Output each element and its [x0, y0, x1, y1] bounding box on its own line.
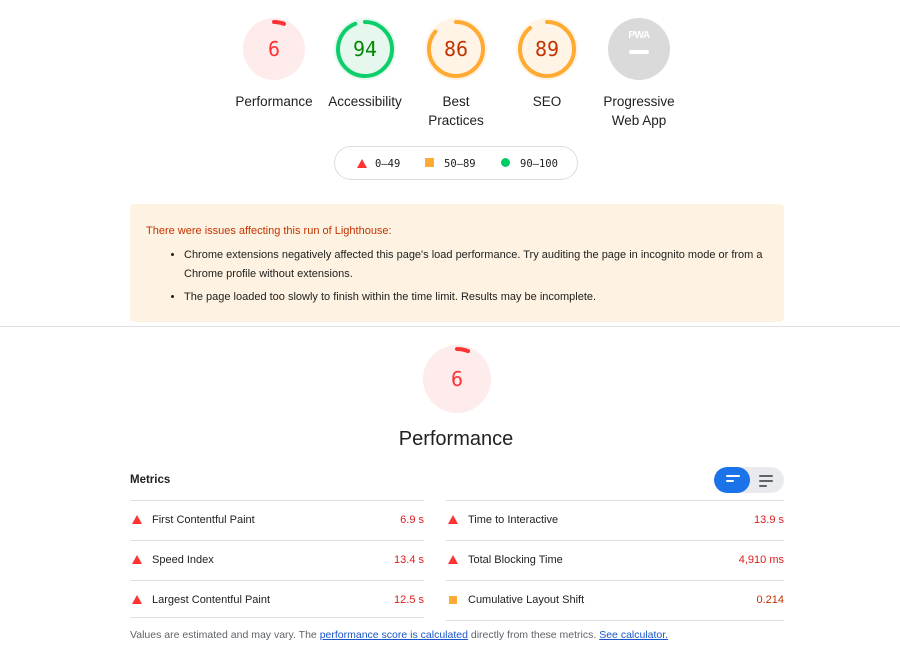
accessibility-score: 94 [352, 37, 378, 61]
pwa-dash-icon [629, 50, 649, 54]
metric-row[interactable]: Cumulative Layout Shift 0.214 [446, 580, 784, 621]
metrics-view-toggle[interactable] [714, 467, 784, 493]
metric-value: 13.4 s [394, 554, 424, 566]
section-divider [0, 326, 900, 327]
metric-value: 6.9 s [400, 514, 424, 526]
fail-triangle-icon [132, 595, 142, 604]
metric-name: Cumulative Layout Shift [468, 594, 585, 606]
metrics-right-column: Time to Interactive 13.9 s Total Blockin… [446, 500, 784, 621]
gauge-accessibility[interactable]: 94 Accessibility [320, 18, 410, 111]
warning-title: There were issues affecting this run of … [146, 225, 392, 237]
warning-list: Chrome extensions negatively affected th… [146, 246, 768, 307]
performance-section-score: 6 [450, 367, 464, 391]
square-icon [425, 158, 434, 167]
pwa-label-line1: Progressive [603, 94, 675, 109]
expanded-list-icon [759, 475, 773, 490]
performance-score: 6 [267, 37, 281, 61]
metric-name: Time to Interactive [468, 514, 559, 526]
compact-view-button[interactable] [714, 467, 750, 493]
score-calculation-link[interactable]: performance score is calculated [320, 629, 468, 641]
circle-icon [501, 158, 510, 167]
pwa-label-line2: Web App [611, 113, 667, 128]
pwa-badge-text: PWA [628, 30, 650, 41]
performance-section-title: Performance [398, 428, 514, 450]
metric-row[interactable]: Total Blocking Time 4,910 ms [446, 540, 784, 580]
metric-row[interactable]: Speed Index 13.4 s [130, 540, 424, 580]
metric-row[interactable]: First Contentful Paint 6.9 s [130, 500, 424, 540]
fail-triangle-icon [448, 515, 458, 524]
fail-triangle-icon [132, 555, 142, 564]
gauge-seo[interactable]: 89 SEO [502, 18, 592, 111]
metric-name: First Contentful Paint [152, 514, 255, 526]
legend-pass-range: 90–100 [520, 158, 558, 170]
legend-fail: 0–49 [357, 157, 400, 171]
seo-score: 89 [534, 37, 560, 61]
category-gauges: 6 Performance 94 Accessibility 86 Best P… [0, 18, 900, 133]
seo-label: SEO [532, 94, 562, 109]
runtime-warning-box: There were issues affecting this run of … [130, 204, 784, 322]
metric-row[interactable]: Largest Contentful Paint 12.5 s [130, 580, 424, 620]
triangle-icon [357, 159, 367, 168]
metric-value: 0.214 [756, 594, 784, 606]
legend-pass: 90–100 [501, 157, 558, 171]
performance-label: Performance [235, 94, 313, 109]
footnote-prefix: Values are estimated and may vary. The [130, 629, 320, 641]
gauge-pwa[interactable]: PWA Progressive Web App [594, 18, 684, 130]
pwa-icon: PWA [594, 18, 684, 80]
score-legend: 0–49 50–89 90–100 [334, 146, 578, 180]
fail-triangle-icon [132, 515, 142, 524]
warning-item: The page loaded too slowly to finish wit… [184, 288, 768, 307]
best-practices-score: 86 [443, 37, 469, 61]
metrics-left-column: First Contentful Paint 6.9 s Speed Index… [130, 500, 424, 620]
calculator-link[interactable]: See calculator. [599, 629, 668, 641]
fail-triangle-icon [448, 555, 458, 564]
best-practices-label-line2: Practices [428, 113, 484, 128]
metric-row[interactable]: Time to Interactive 13.9 s [446, 500, 784, 540]
footnote-middle: directly from these metrics. [467, 629, 600, 641]
performance-section-gauge: 6 [423, 345, 491, 413]
best-practices-label: Best Practices [411, 92, 501, 130]
metric-value: 12.5 s [394, 594, 424, 606]
metrics-footnote: Values are estimated and may vary. The p… [130, 629, 668, 641]
pwa-label: Progressive Web App [594, 92, 684, 130]
average-square-icon [449, 596, 457, 604]
legend-average: 50–89 [425, 157, 476, 171]
legend-average-range: 50–89 [444, 158, 476, 170]
metric-value: 13.9 s [754, 514, 784, 526]
gauge-performance[interactable]: 6 Performance [229, 18, 319, 111]
legend-fail-range: 0–49 [375, 158, 401, 170]
gauge-best-practices[interactable]: 86 Best Practices [411, 18, 501, 130]
metric-name: Speed Index [152, 554, 214, 566]
metrics-heading: Metrics [130, 474, 171, 486]
best-practices-label-line1: Best [442, 94, 470, 109]
metric-name: Total Blocking Time [468, 554, 563, 566]
metrics-left-bottom-border [130, 617, 424, 618]
warning-item: Chrome extensions negatively affected th… [184, 246, 768, 284]
accessibility-label: Accessibility [328, 94, 402, 109]
metric-value: 4,910 ms [738, 554, 784, 566]
compact-list-icon [726, 475, 740, 485]
metric-name: Largest Contentful Paint [152, 594, 271, 606]
